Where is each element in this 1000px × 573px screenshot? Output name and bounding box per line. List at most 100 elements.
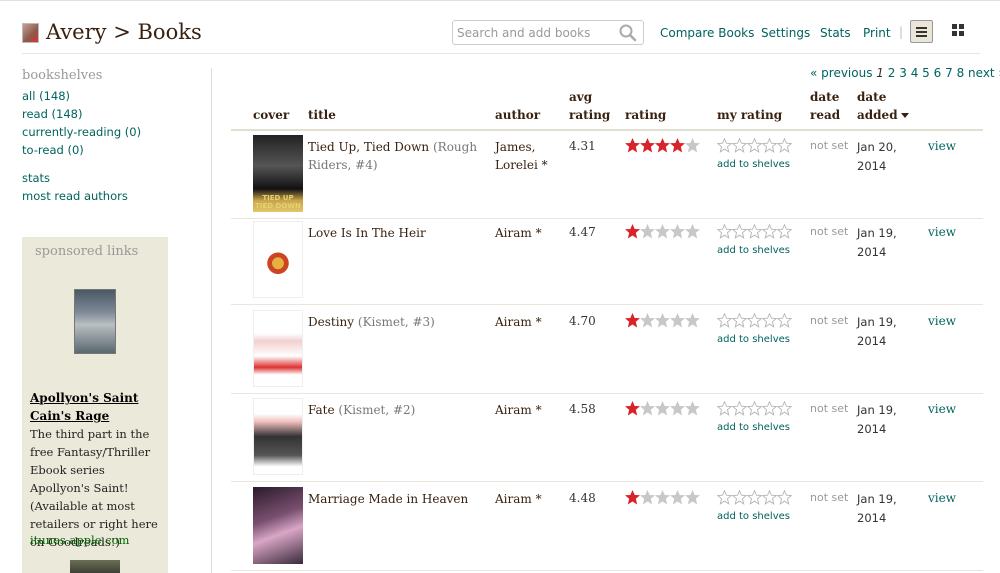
my-rating-star-icon[interactable] — [746, 223, 763, 239]
my-rating-star-icon[interactable] — [746, 489, 763, 505]
shelf-all[interactable]: all (148) — [22, 87, 202, 105]
add-to-shelves-link[interactable]: add to shelves — [717, 511, 790, 522]
my-rating-star-icon[interactable] — [776, 312, 793, 328]
col-cover[interactable]: cover — [253, 106, 289, 124]
add-to-shelves-link[interactable]: add to shelves — [717, 422, 790, 433]
compare-books-link[interactable]: Compare Books — [660, 26, 754, 40]
book-title-link[interactable]: Love Is In The Heir — [308, 226, 426, 240]
my-rating-star-icon[interactable] — [716, 223, 733, 239]
search-input[interactable] — [457, 24, 617, 41]
grid-view-icon[interactable] — [952, 24, 964, 36]
view-link[interactable]: view — [928, 314, 956, 328]
my-rating-star-icon[interactable] — [776, 137, 793, 153]
my-rating-star-icon[interactable] — [776, 489, 793, 505]
search-icon[interactable] — [618, 23, 638, 43]
my-rating-stars[interactable] — [716, 223, 797, 240]
my-rating-star-icon[interactable] — [731, 312, 748, 328]
sponsored-book-cover-2[interactable] — [70, 560, 120, 573]
col-avg-rating[interactable]: avg rating — [569, 88, 610, 124]
add-to-shelves-link[interactable]: add to shelves — [717, 245, 790, 256]
col-date-added[interactable]: date added — [857, 88, 909, 124]
my-rating-star-icon[interactable] — [716, 312, 733, 328]
book-title-link[interactable]: Fate — [308, 403, 335, 417]
book-title-link[interactable]: Tied Up, Tied Down — [308, 140, 429, 154]
book-cover[interactable] — [253, 310, 303, 387]
my-rating-star-icon[interactable] — [716, 400, 733, 416]
sponsored-heading: sponsored links — [35, 244, 139, 259]
my-rating-star-icon[interactable] — [761, 223, 778, 239]
my-rating-star-icon[interactable] — [746, 400, 763, 416]
my-rating-star-icon[interactable] — [776, 400, 793, 416]
my-rating-stars[interactable] — [716, 312, 797, 329]
shelf-read[interactable]: read (148) — [22, 105, 202, 123]
view-link[interactable]: view — [928, 491, 956, 505]
view-link[interactable]: view — [928, 225, 956, 239]
stats-link[interactable]: Stats — [820, 26, 851, 40]
book-cover[interactable] — [253, 221, 303, 298]
star-filled-icon — [654, 137, 671, 153]
my-rating-star-icon[interactable] — [731, 489, 748, 505]
author-link[interactable]: Airam — [495, 492, 532, 506]
col-my-rating[interactable]: my rating — [717, 106, 782, 124]
star-filled-icon — [639, 137, 656, 153]
book-cover[interactable] — [253, 398, 303, 475]
author-link[interactable]: Airam — [495, 226, 532, 240]
rating-stars — [624, 137, 705, 154]
sponsored-title-link[interactable]: Apollyon's Saint Cain's Rage — [30, 389, 165, 425]
my-rating-stars[interactable] — [716, 400, 797, 417]
book-title-link[interactable]: Destiny — [308, 315, 354, 329]
book-cover[interactable]: TIED UP TIED DOWN — [253, 135, 303, 212]
book-title-link[interactable]: Marriage Made in Heaven — [308, 492, 468, 506]
my-rating-star-icon[interactable] — [716, 137, 733, 153]
add-to-shelves-link[interactable]: add to shelves — [717, 159, 790, 170]
my-rating-star-icon[interactable] — [716, 489, 733, 505]
author-link[interactable]: James, Lorelei — [495, 140, 538, 172]
page-link[interactable]: 3 — [899, 66, 907, 80]
my-rating-star-icon[interactable] — [731, 137, 748, 153]
page-link[interactable]: 5 — [922, 66, 930, 80]
books-link[interactable]: Books — [138, 20, 202, 44]
author-link[interactable]: Airam — [495, 403, 532, 417]
add-to-shelves-link[interactable]: add to shelves — [717, 334, 790, 345]
my-rating-star-icon[interactable] — [746, 137, 763, 153]
view-link[interactable]: view — [928, 139, 956, 153]
grid-cell — [952, 24, 957, 29]
avatar[interactable] — [22, 23, 39, 43]
my-rating-star-icon[interactable] — [761, 400, 778, 416]
print-link[interactable]: Print — [863, 26, 891, 40]
col-author[interactable]: author — [495, 106, 540, 124]
col-title[interactable]: title — [308, 106, 336, 124]
col-date-read[interactable]: date read — [810, 88, 840, 124]
shelf-currently-reading[interactable]: currently-reading (0) — [22, 123, 202, 141]
list-view-button[interactable] — [910, 20, 933, 43]
stats-sidebar-link[interactable]: stats — [22, 169, 202, 187]
my-rating-star-icon[interactable] — [776, 223, 793, 239]
page-link[interactable]: 2 — [888, 66, 896, 80]
my-rating-star-icon[interactable] — [746, 312, 763, 328]
sponsored-url[interactable]: itunes.apple.com — [30, 533, 129, 547]
shelf-to-read[interactable]: to-read (0) — [22, 141, 202, 159]
author-link[interactable]: Airam — [495, 315, 532, 329]
page-link[interactable]: 4 — [911, 66, 919, 80]
book-cover[interactable] — [253, 487, 303, 564]
page-link[interactable]: 8 — [957, 66, 965, 80]
my-rating-star-icon[interactable] — [761, 312, 778, 328]
sponsored-book-cover[interactable] — [74, 289, 116, 354]
settings-link[interactable]: Settings — [761, 26, 810, 40]
my-rating-star-icon[interactable] — [761, 137, 778, 153]
previous-page-link[interactable]: « previous — [810, 66, 872, 80]
most-read-authors-link[interactable]: most read authors — [22, 187, 202, 205]
next-page-link[interactable]: next » — [968, 66, 1000, 80]
page-link[interactable]: 7 — [945, 66, 953, 80]
view-link[interactable]: view — [928, 402, 956, 416]
user-link[interactable]: Avery — [46, 20, 107, 44]
my-rating-star-icon[interactable] — [731, 223, 748, 239]
my-rating-star-icon[interactable] — [761, 489, 778, 505]
nav-separator: | — [899, 25, 904, 39]
col-rating[interactable]: rating — [625, 106, 666, 124]
my-rating-stars[interactable] — [716, 137, 797, 154]
my-rating-star-icon[interactable] — [731, 400, 748, 416]
page-link[interactable]: 6 — [934, 66, 942, 80]
star-empty-icon — [669, 489, 686, 505]
my-rating-stars[interactable] — [716, 489, 797, 506]
